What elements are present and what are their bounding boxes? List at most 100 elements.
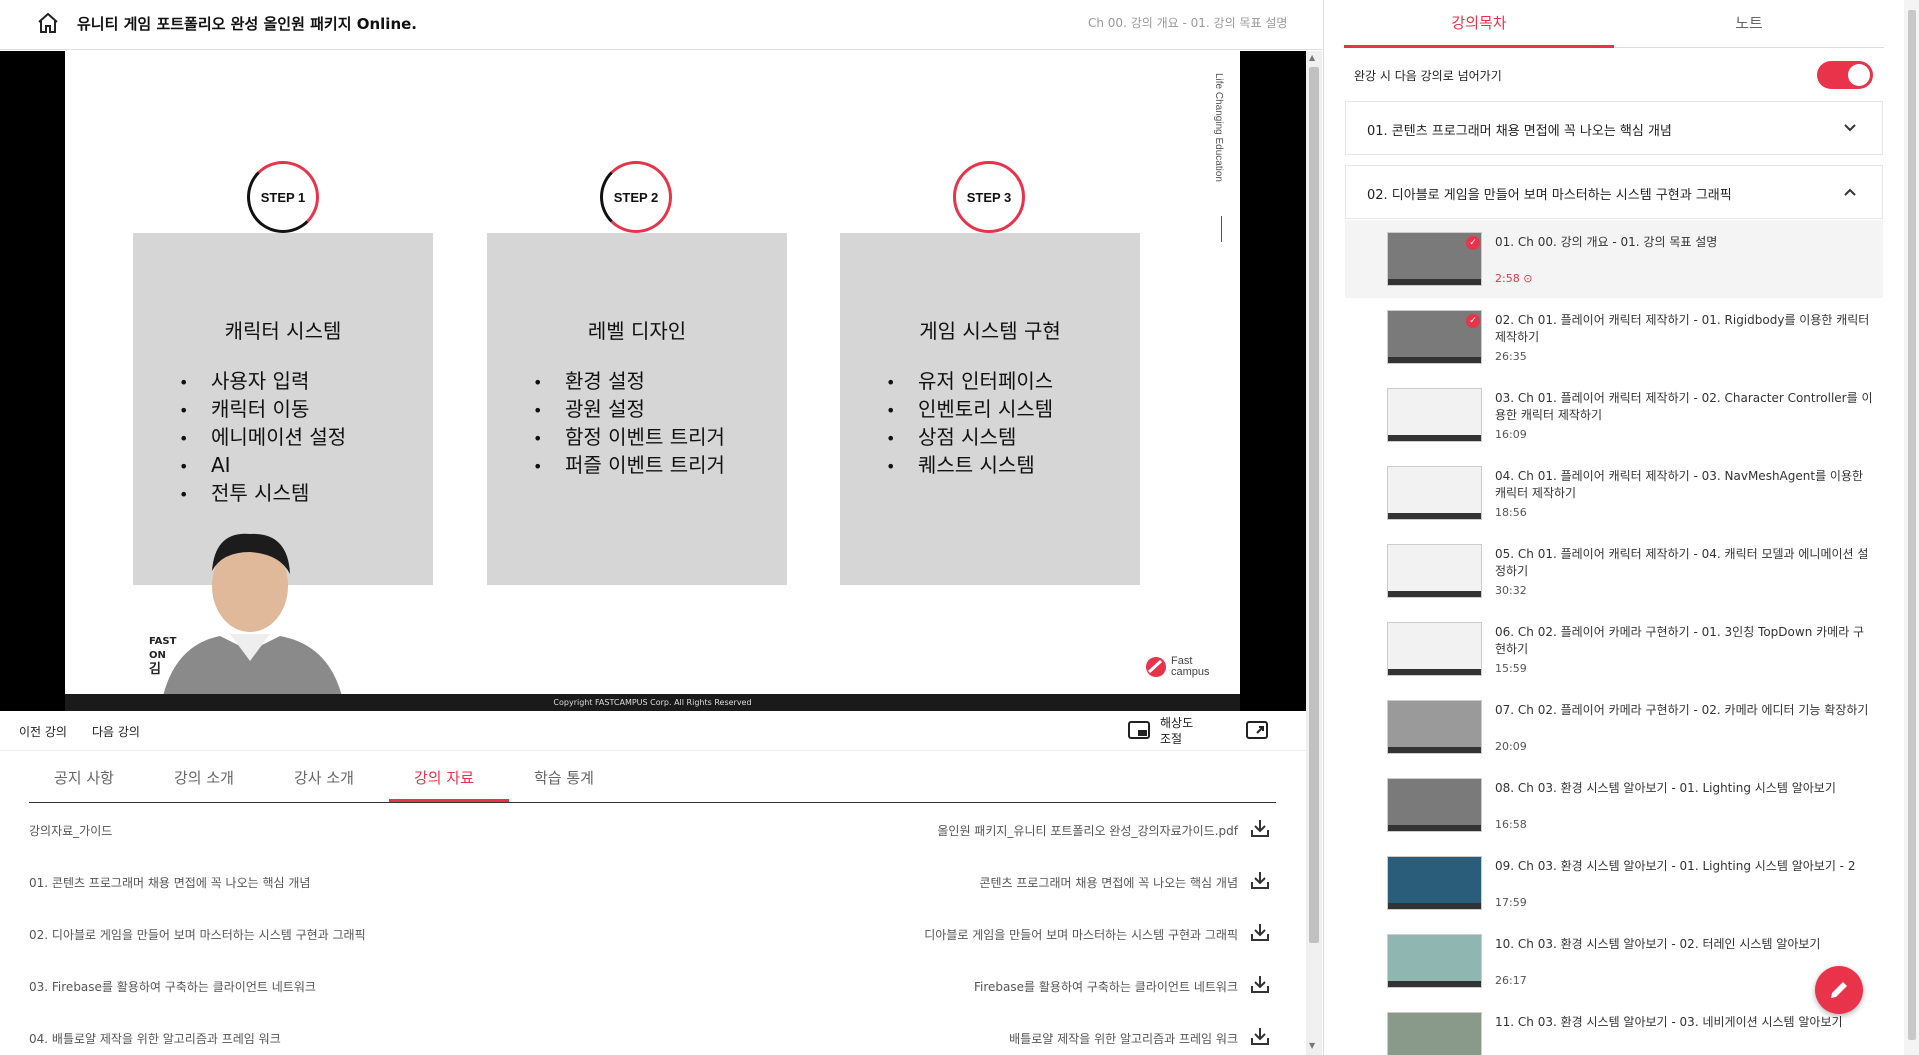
- lecture-item[interactable]: 04. Ch 01. 플레이어 캐릭터 제작하기 - 03. NavMeshAg…: [1345, 454, 1883, 532]
- step-item: 퍼즐 이벤트 트리거: [533, 452, 725, 480]
- video-player[interactable]: Life Changing Education 캐릭터 시스템 사용자 입력 캐…: [0, 51, 1306, 711]
- fullscreen-icon[interactable]: [1246, 721, 1268, 739]
- panel-scroll-thumb[interactable]: [1908, 10, 1916, 1040]
- player-controls: 이전 강의 다음 강의 해상도 조절: [0, 711, 1306, 751]
- step-item: AI: [179, 452, 346, 480]
- download-icon[interactable]: [1250, 922, 1270, 942]
- lecture-item[interactable]: 10. Ch 03. 환경 시스템 알아보기 - 02. 터레인 시스템 알아보…: [1345, 922, 1883, 1000]
- lecture-title: 07. Ch 02. 플레이어 카메라 구현하기 - 02. 카메라 에디터 기…: [1495, 703, 1869, 717]
- edit-note-button[interactable]: [1815, 966, 1863, 1014]
- chevron-up-icon: [1844, 188, 1856, 196]
- tab-course-intro[interactable]: 강의 소개: [174, 767, 234, 802]
- lecture-thumbnail: [1387, 1012, 1482, 1055]
- resolution-button[interactable]: 해상도 조절: [1160, 715, 1193, 747]
- panel-scrollbar[interactable]: [1904, 0, 1919, 1055]
- lecture-duration: 15:59: [1495, 662, 1527, 675]
- active-panel-tab-underline: [1344, 45, 1614, 48]
- download-icon[interactable]: [1250, 1026, 1270, 1046]
- section-title: 01. 콘텐츠 프로그래머 채용 면접에 꼭 나오는 핵심 개념: [1367, 124, 1672, 139]
- material-row: 03. Firebase를 활용하여 구축하는 클라이언트 네트워크 Fireb…: [29, 964, 1276, 1016]
- lecture-title: 05. Ch 01. 플레이어 캐릭터 제작하기 - 04. 캐릭터 모델과 에…: [1495, 547, 1869, 578]
- lecture-title: 10. Ch 03. 환경 시스템 알아보기 - 02. 터레인 시스템 알아보…: [1495, 937, 1821, 951]
- toggle-knob: [1848, 64, 1870, 86]
- tab-instructor-intro[interactable]: 강사 소개: [294, 767, 354, 802]
- material-file[interactable]: 올인원 패키지_유니티 포트폴리오 완성_강의자료가이드.pdf: [937, 822, 1238, 839]
- download-icon[interactable]: [1250, 870, 1270, 890]
- lecture-title: 02. Ch 01. 플레이어 캐릭터 제작하기 - 01. Rigidbody…: [1495, 313, 1870, 344]
- scroll-up-icon[interactable]: ▲: [1309, 53, 1315, 62]
- step-list: 환경 설정 광원 설정 함정 이벤트 트리거 퍼즐 이벤트 트리거: [533, 368, 725, 480]
- lecture-item[interactable]: 08. Ch 03. 환경 시스템 알아보기 - 01. Lighting 시스…: [1345, 766, 1883, 844]
- tab-notes[interactable]: 노트: [1614, 12, 1884, 33]
- lecture-title: 08. Ch 03. 환경 시스템 알아보기 - 01. Lighting 시스…: [1495, 781, 1836, 795]
- tab-curriculum[interactable]: 강의목차: [1344, 12, 1614, 33]
- lecture-title: 09. Ch 03. 환경 시스템 알아보기 - 01. Lighting 시스…: [1495, 859, 1856, 873]
- player-area: 유니티 게임 포트폴리오 완성 올인원 패키지 Online. Ch 00. 강…: [0, 0, 1322, 1055]
- material-file[interactable]: Firebase를 활용하여 구축하는 클라이언트 네트워크: [974, 978, 1238, 995]
- lecture-item[interactable]: 03. Ch 01. 플레이어 캐릭터 제작하기 - 02. Character…: [1345, 376, 1883, 454]
- autoplay-toggle[interactable]: [1817, 61, 1873, 89]
- material-name: 03. Firebase를 활용하여 구축하는 클라이언트 네트워크: [29, 980, 316, 994]
- lecture-duration: 30:32: [1495, 584, 1527, 597]
- lecture-item[interactable]: 07. Ch 02. 플레이어 카메라 구현하기 - 02. 카메라 에디터 기…: [1345, 688, 1883, 766]
- lecture-item[interactable]: 05. Ch 01. 플레이어 캐릭터 제작하기 - 04. 캐릭터 모델과 에…: [1345, 532, 1883, 610]
- presenter-image: [163, 533, 342, 694]
- step-item: 사용자 입력: [179, 368, 346, 396]
- main-scrollbar[interactable]: ▲ ▼: [1306, 51, 1322, 1055]
- scroll-down-icon[interactable]: ▼: [1309, 1041, 1315, 1050]
- curriculum-panel: 강의목차 노트 완강 시 다음 강의로 넘어가기 01. 콘텐츠 프로그래머 채…: [1323, 0, 1919, 1055]
- lecture-item[interactable]: 09. Ch 03. 환경 시스템 알아보기 - 01. Lighting 시스…: [1345, 844, 1883, 922]
- tab-notice[interactable]: 공지 사항: [54, 767, 114, 802]
- active-tab-underline: [389, 799, 509, 802]
- slide-side-line: [1221, 216, 1222, 242]
- step-badge: STEP 3: [953, 161, 1025, 233]
- step-card-3: 게임 시스템 구현 유저 인터페이스 인벤토리 시스템 상점 시스템 퀘스트 시…: [840, 233, 1140, 585]
- material-name: 01. 콘텐츠 프로그래머 채용 면접에 꼭 나오는 핵심 개념: [29, 876, 311, 890]
- material-name: 02. 디아블로 게임을 만들어 보며 마스터하는 시스템 구현과 그래픽: [29, 928, 366, 942]
- step-title: 게임 시스템 구현: [919, 319, 1061, 343]
- step-list: 유저 인터페이스 인벤토리 시스템 상점 시스템 퀘스트 시스템: [886, 368, 1053, 480]
- section-header-2[interactable]: 02. 디아블로 게임을 만들어 보며 마스터하는 시스템 구현과 그래픽: [1345, 165, 1883, 219]
- lecture-thumbnail: [1387, 856, 1482, 910]
- tab-materials[interactable]: 강의 자료: [414, 767, 474, 802]
- section-header-1[interactable]: 01. 콘텐츠 프로그래머 채용 면접에 꼭 나오는 핵심 개념: [1345, 101, 1883, 155]
- step-item: 에니메이션 설정: [179, 424, 346, 452]
- pip-icon[interactable]: [1128, 721, 1150, 739]
- prev-lecture-button[interactable]: 이전 강의: [19, 723, 67, 740]
- breadcrumb: Ch 00. 강의 개요 - 01. 강의 목표 설명: [1088, 16, 1288, 30]
- lecture-title: 01. Ch 00. 강의 개요 - 01. 강의 목표 설명: [1495, 235, 1718, 249]
- home-icon[interactable]: [36, 11, 60, 35]
- material-name: 강의자료_가이드: [29, 824, 113, 838]
- lecture-item[interactable]: 11. Ch 03. 환경 시스템 알아보기 - 03. 네비게이션 시스템 알…: [1345, 1000, 1883, 1055]
- logo-text-2: campus: [1171, 666, 1210, 678]
- pencil-icon: [1831, 982, 1847, 998]
- lecture-duration: 2:58 ⊙: [1495, 272, 1533, 285]
- lecture-thumbnail: [1387, 388, 1482, 442]
- lecture-item[interactable]: ✓ 02. Ch 01. 플레이어 캐릭터 제작하기 - 01. Rigidbo…: [1345, 298, 1883, 376]
- step-list: 사용자 입력 캐릭터 이동 에니메이션 설정 AI 전투 시스템: [179, 368, 346, 508]
- lecture-item[interactable]: 06. Ch 02. 플레이어 카메라 구현하기 - 01. 3인칭 TopDo…: [1345, 610, 1883, 688]
- step-badge: STEP 2: [600, 161, 672, 233]
- material-file[interactable]: 디아블로 게임을 만들어 보며 마스터하는 시스템 구현과 그래픽: [924, 926, 1238, 943]
- section-title: 02. 디아블로 게임을 만들어 보며 마스터하는 시스템 구현과 그래픽: [1367, 188, 1732, 203]
- tab-stats[interactable]: 학습 통계: [534, 767, 594, 802]
- panel-tabs: 강의목차 노트: [1344, 0, 1884, 48]
- lecture-title: 06. Ch 02. 플레이어 카메라 구현하기 - 01. 3인칭 TopDo…: [1495, 625, 1865, 656]
- download-icon[interactable]: [1250, 974, 1270, 994]
- material-file[interactable]: 콘텐츠 프로그래머 채용 면접에 꼭 나오는 핵심 개념: [979, 874, 1238, 891]
- download-icon[interactable]: [1250, 818, 1270, 838]
- step-badge: STEP 1: [247, 161, 319, 233]
- lecture-duration: 16:58: [1495, 818, 1527, 831]
- material-row: 02. 디아블로 게임을 만들어 보며 마스터하는 시스템 구현과 그래픽 디아…: [29, 912, 1276, 964]
- lecture-item[interactable]: ✓ 01. Ch 00. 강의 개요 - 01. 강의 목표 설명 2:58 ⊙: [1345, 220, 1883, 298]
- step-title: 레벨 디자인: [587, 319, 687, 343]
- scroll-thumb[interactable]: [1309, 67, 1319, 943]
- material-file[interactable]: 배틀로얄 제작을 위한 알고리즘과 프레임 워크: [1009, 1030, 1238, 1047]
- lecture-title: 11. Ch 03. 환경 시스템 알아보기 - 03. 네비게이션 시스템 알…: [1495, 1015, 1843, 1029]
- lecture-thumbnail: [1387, 700, 1482, 754]
- autoplay-label: 완강 시 다음 강의로 넘어가기: [1354, 69, 1502, 83]
- next-lecture-button[interactable]: 다음 강의: [92, 723, 140, 740]
- lecture-duration: 20:09: [1495, 740, 1527, 753]
- materials-list: 강의자료_가이드 올인원 패키지_유니티 포트폴리오 완성_강의자료가이드.pd…: [29, 808, 1276, 1055]
- slide-copyright: Copyright FASTCAMPUS Corp. All Rights Re…: [65, 694, 1240, 711]
